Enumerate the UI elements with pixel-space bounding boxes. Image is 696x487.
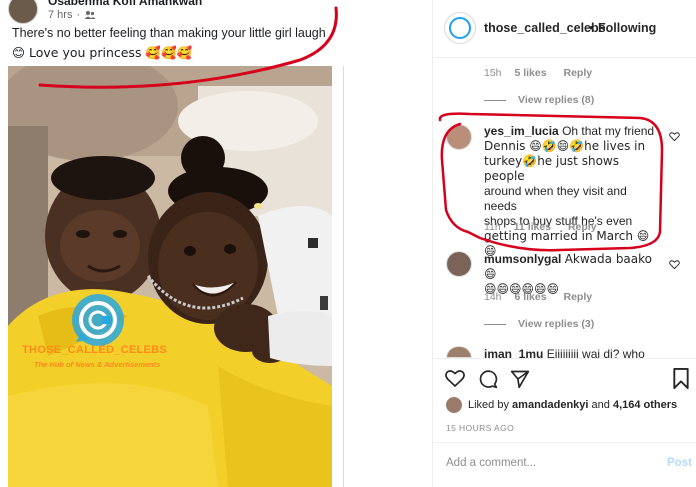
comment-reply-button[interactable]: Reply xyxy=(564,291,593,303)
comment-likes[interactable]: 11 likes xyxy=(514,221,551,233)
comment-time: 11h xyxy=(484,221,501,233)
comment-time: 14h xyxy=(484,291,502,303)
facebook-post-header: Osabenma Kofi Amankwah 7 hrs · There's n… xyxy=(0,0,344,66)
view-replies-label: View replies (8) xyxy=(518,94,595,106)
add-comment-input[interactable]: Add a comment... xyxy=(446,457,536,469)
comment-meta: 14h 6 likes Reply xyxy=(484,291,606,303)
facebook-post-text: There's no better feeling than making yo… xyxy=(12,24,332,62)
facebook-author-avatar xyxy=(8,0,38,24)
facebook-author-name: Osabenma Kofi Amankwah xyxy=(48,0,203,8)
view-replies-button[interactable]: View replies (8) xyxy=(484,94,594,106)
view-replies-button[interactable]: View replies (3) xyxy=(484,318,594,330)
facebook-post-text-line1: There's no better feeling than making yo… xyxy=(12,26,326,40)
comment-icon[interactable] xyxy=(478,369,498,389)
view-replies-label: View replies (3) xyxy=(518,318,595,330)
liker-avatar[interactable] xyxy=(446,397,462,413)
bookmark-icon[interactable] xyxy=(672,368,690,389)
liked-by-and: and xyxy=(591,399,610,411)
liked-by-others[interactable]: 4,164 others xyxy=(613,399,677,411)
comment-likes[interactable]: 5 likes xyxy=(514,67,546,79)
liked-by-prefix: Liked by xyxy=(468,399,509,411)
watermark-subtitle: The Hub of News & Advertisements xyxy=(34,360,161,369)
comment-meta: 15h 5 likes Reply xyxy=(484,67,606,79)
liked-by-summary: Liked by amandadenkyi and 4,164 others xyxy=(468,399,677,411)
commenter-avatar[interactable] xyxy=(446,251,472,277)
facebook-post-screenshot: Osabenma Kofi Amankwah 7 hrs · There's n… xyxy=(0,0,344,487)
comment-likes[interactable]: 6 likes xyxy=(514,291,546,303)
photo-illustration xyxy=(8,66,332,487)
following-button[interactable]: Following xyxy=(598,21,656,35)
commenter-username[interactable]: iman_1mu xyxy=(484,347,543,358)
replies-line xyxy=(484,99,506,101)
watermark-logo-icon xyxy=(72,294,124,346)
comment-reply-button[interactable]: Reply xyxy=(568,221,597,233)
facebook-post-text-line2: 😊 Love you princess 🥰🥰🥰 xyxy=(12,45,193,60)
post-comment-button[interactable]: Post xyxy=(667,457,692,469)
comment-body: yes_im_lucia Oh that my friend Dennis 😄🤣… xyxy=(484,124,660,259)
friends-icon xyxy=(84,11,96,19)
account-avatar[interactable] xyxy=(444,12,476,44)
comment-reply-button[interactable]: Reply xyxy=(564,67,593,79)
facebook-post-meta: 7 hrs · xyxy=(48,9,96,21)
watermark-title: THOSE_CALLED_CELEBS xyxy=(22,344,168,356)
comment-text-line1: Oh that my friend xyxy=(562,124,655,138)
comment-body: iman_1mu Eiiiiiiiii wai di? who xyxy=(484,347,660,358)
comment-text-line2: Dennis 😄🤣😄🤣he lives in xyxy=(484,139,646,153)
like-comment-heart-icon[interactable] xyxy=(669,259,680,270)
comment-time: 15h xyxy=(484,67,502,79)
account-username[interactable]: those_called_celebs xyxy=(484,21,606,35)
heart-icon[interactable] xyxy=(445,369,465,388)
post-photo: THOSE_CALLED_CELEBS The Hub of News & Ad… xyxy=(8,66,332,487)
commenter-avatar[interactable] xyxy=(446,124,472,150)
commenter-username[interactable]: yes_im_lucia xyxy=(484,124,559,138)
comment-text-line3: turkey🤣he just shows people xyxy=(484,154,619,183)
liked-by-user[interactable]: amandadenkyi xyxy=(512,399,588,411)
comment-text-line4: around when they visit and needs xyxy=(484,184,627,213)
comment-meta: 11h 11 likes Reply xyxy=(484,221,611,233)
comment-text: Eiiiiiiiii wai di? who xyxy=(546,347,645,358)
like-comment-heart-icon[interactable] xyxy=(669,131,680,142)
commenter-username[interactable]: mumsonlygal xyxy=(484,252,561,266)
header-separator: • xyxy=(589,21,594,35)
dot-separator: · xyxy=(76,9,81,21)
share-icon[interactable] xyxy=(510,369,530,389)
post-timestamp[interactable]: 15 HOURS AGO xyxy=(446,423,514,433)
facebook-post-time: 7 hrs xyxy=(48,9,73,21)
replies-line xyxy=(484,323,506,325)
